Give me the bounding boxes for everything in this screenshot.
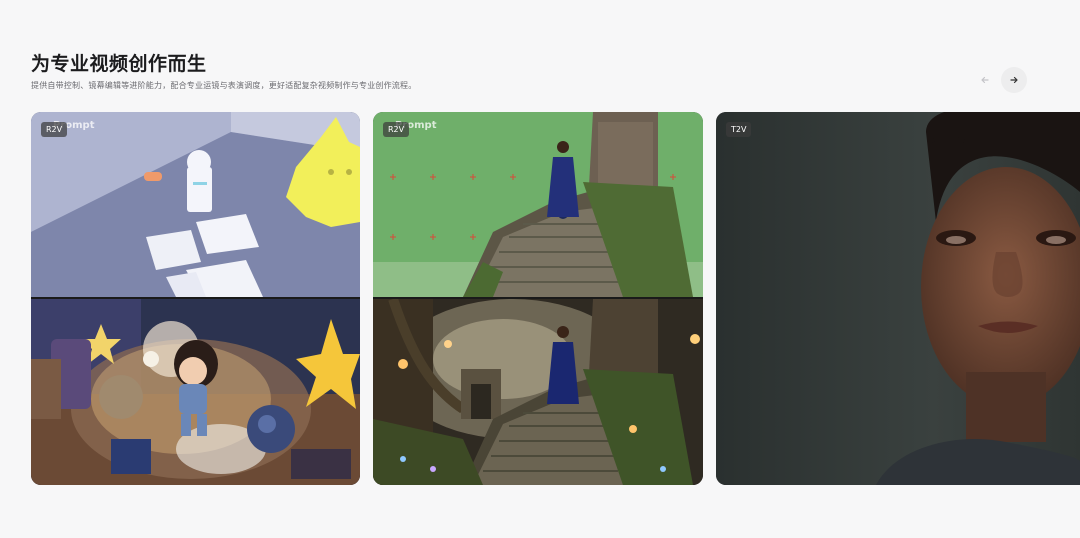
generated-image-forest-ruins <box>373 299 703 485</box>
mode-badge: R2V <box>41 122 68 137</box>
carousel-next-button[interactable] <box>1001 67 1027 93</box>
showcase-card-t2v-portrait[interactable]: T2V <box>716 112 1080 485</box>
showcase-card-r2v-staircase[interactable]: Prompt R2V <box>373 112 703 485</box>
reference-image-blocking-scene <box>31 112 360 297</box>
arrow-right-icon <box>1010 76 1018 84</box>
generated-image-toy-room <box>31 299 360 485</box>
section-subtitle: 提供自带控制、镜幕编辑等进阶能力，配合专业运镜与表演调度，更好适配复杂视频制作与… <box>31 81 417 90</box>
mode-badge: T2V <box>726 122 752 137</box>
page: 为专业视频创作而生 提供自带控制、镜幕编辑等进阶能力，配合专业运镜与表演调度，更… <box>0 0 1080 538</box>
section-title: 为专业视频创作而生 <box>31 53 207 75</box>
arrow-left-icon <box>981 76 989 84</box>
carousel-prev-button[interactable] <box>972 67 998 93</box>
reference-image-greenscreen <box>373 112 703 297</box>
mode-badge: R2V <box>383 122 410 137</box>
generated-image-crying-woman <box>716 112 1080 485</box>
showcase-card-r2v-room[interactable]: Prompt R2V <box>31 112 360 485</box>
